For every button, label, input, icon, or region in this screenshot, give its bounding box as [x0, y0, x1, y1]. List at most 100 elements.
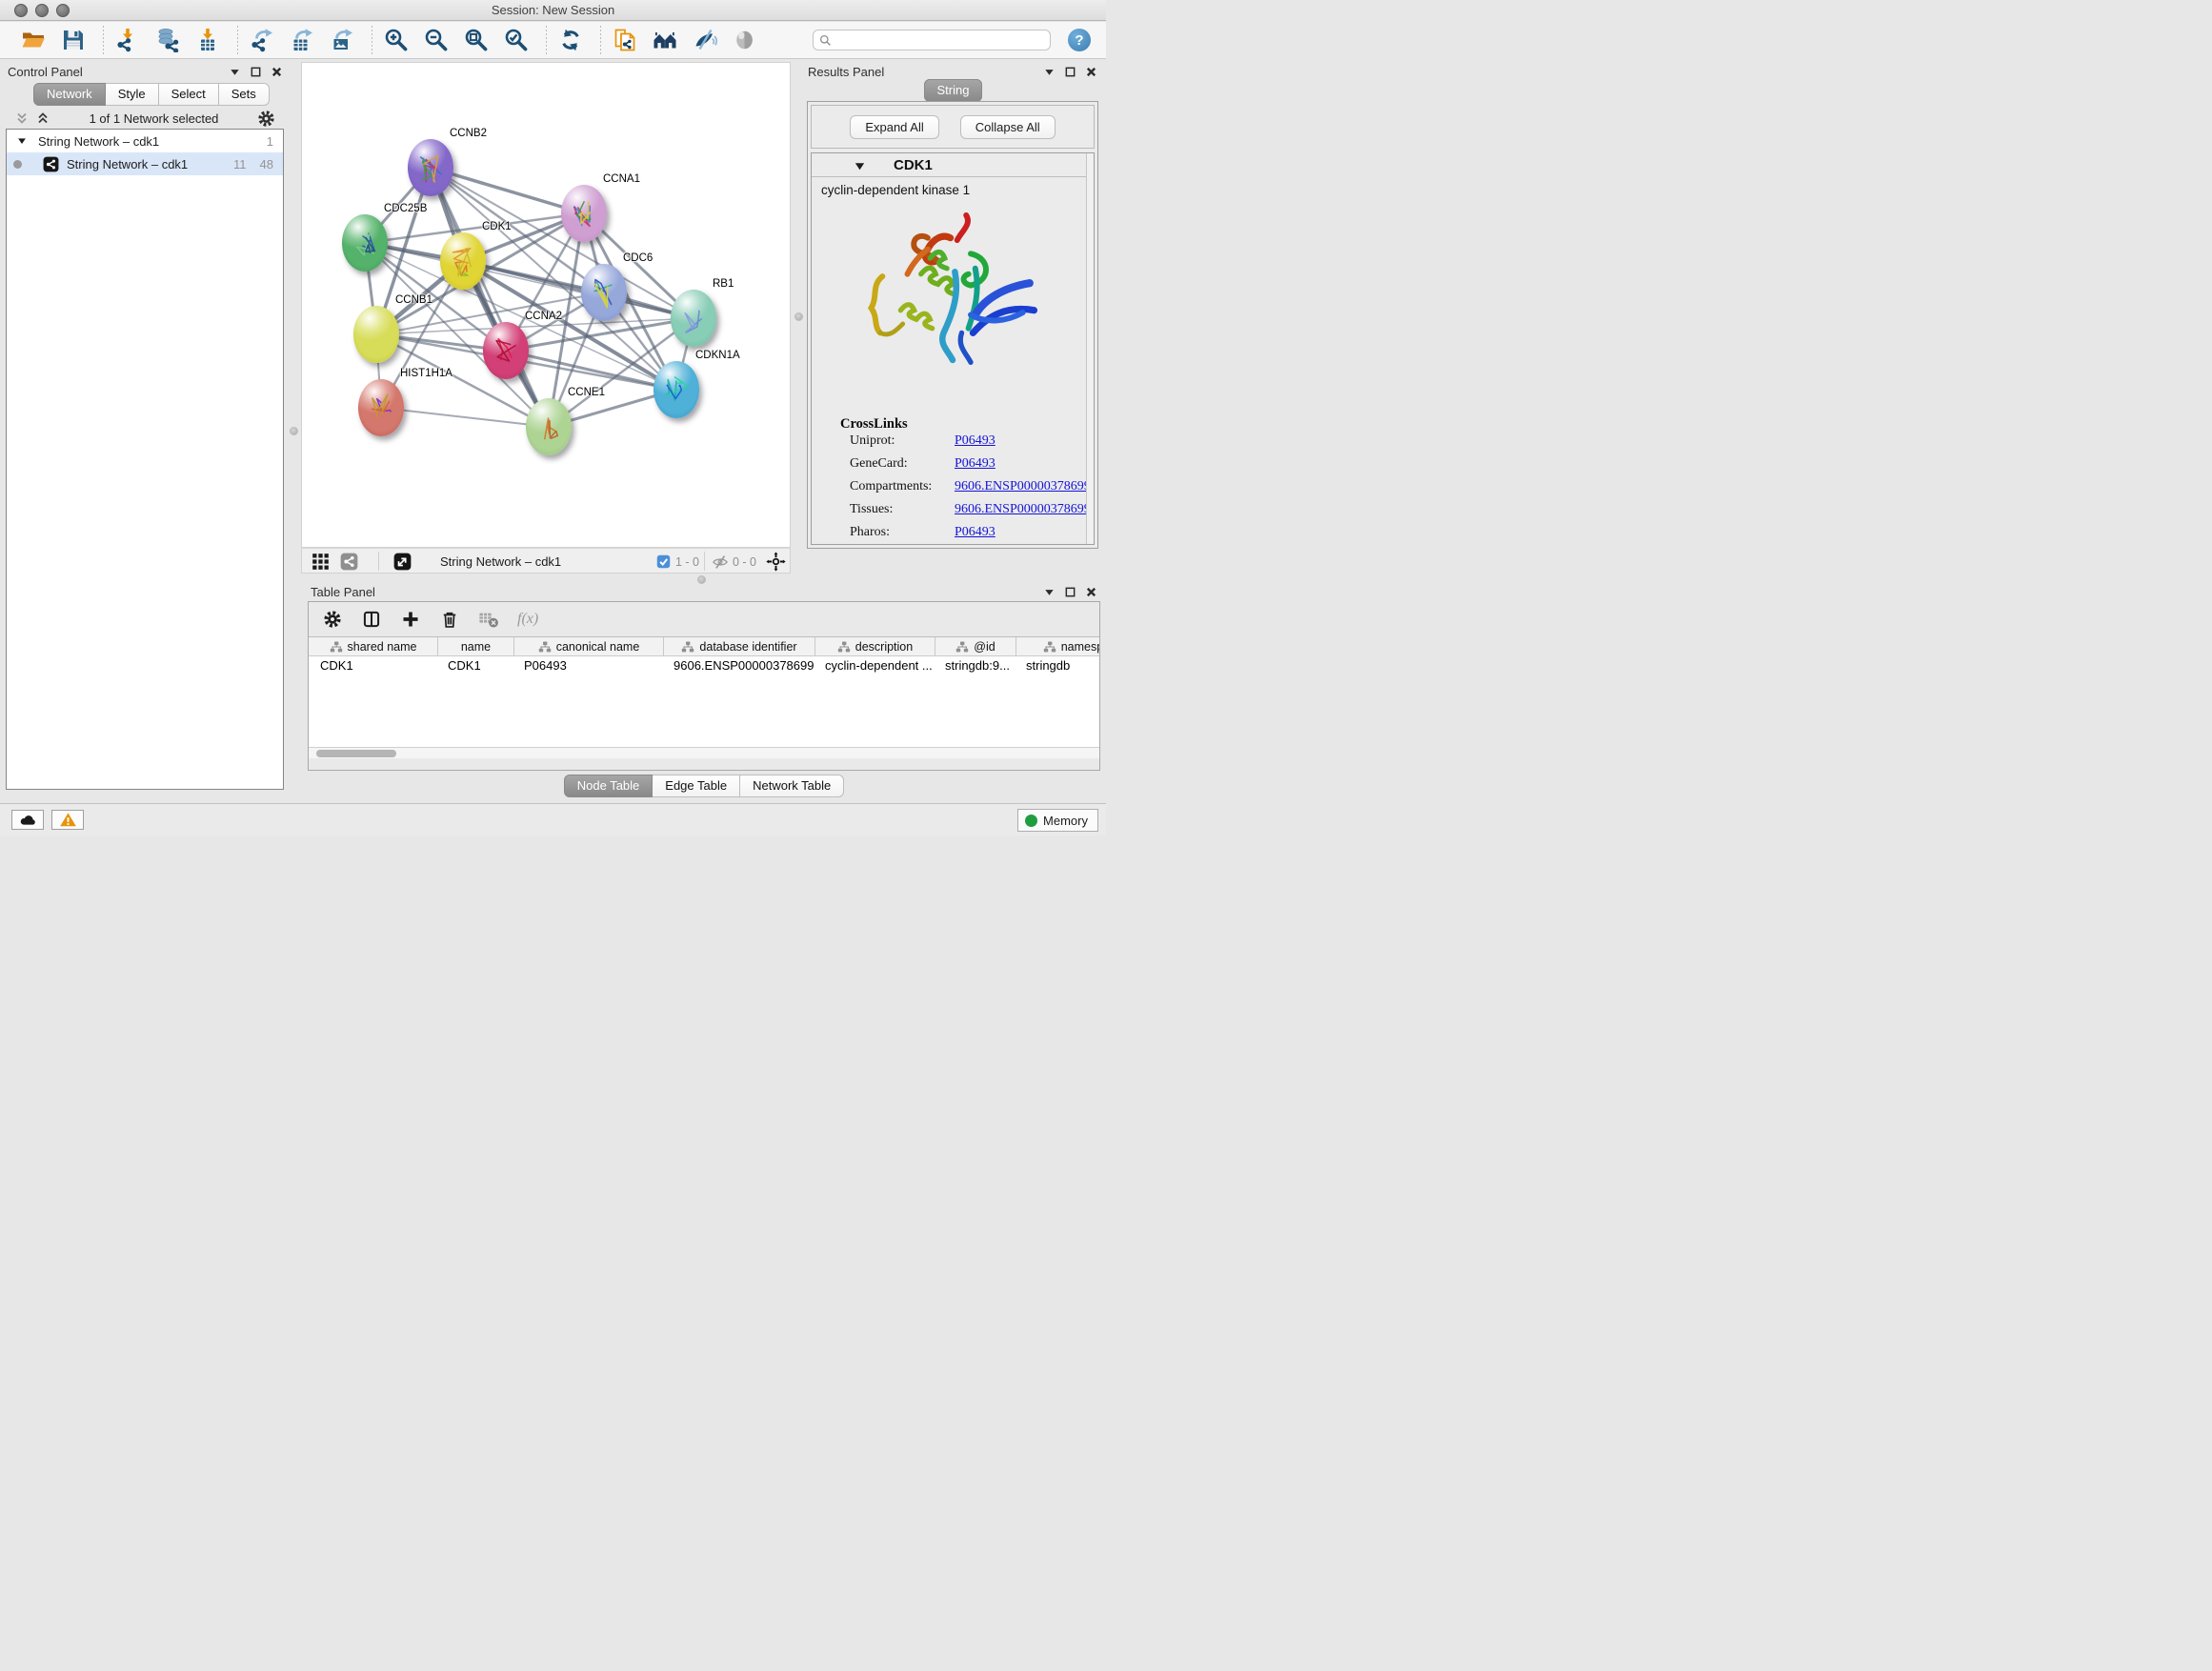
- selected-checkbox-icon[interactable]: [656, 554, 671, 574]
- crosslink-genecard-link[interactable]: P06493: [955, 456, 995, 472]
- network-node-hist1h1a[interactable]: [358, 379, 404, 436]
- table-cell[interactable]: stringdb:9...: [945, 658, 1010, 673]
- clone-network-button[interactable]: [611, 26, 639, 54]
- warnings-button[interactable]: [51, 810, 84, 830]
- hidden-eye-slash-icon[interactable]: [712, 554, 729, 575]
- float-panel-icon[interactable]: [1064, 586, 1076, 598]
- protein-ribbon-thumbnail: [342, 214, 388, 272]
- table-cell[interactable]: cyclin-dependent ...: [825, 658, 933, 673]
- float-panel-icon[interactable]: [1064, 66, 1076, 78]
- right-splitter-handle[interactable]: [794, 312, 803, 321]
- zoom-out-button[interactable]: [422, 26, 451, 54]
- import-network-from-file-button[interactable]: [113, 26, 142, 54]
- network-collection-row[interactable]: String Network – cdk1 1: [7, 130, 283, 152]
- network-node-ccnb1[interactable]: [353, 306, 399, 363]
- network-node-ccnb2[interactable]: [408, 139, 453, 196]
- close-panel-icon[interactable]: [1085, 586, 1097, 598]
- expand-all-button[interactable]: Expand All: [850, 115, 938, 139]
- network-node-ccna2[interactable]: [483, 322, 529, 379]
- delete-column-trash-icon[interactable]: [439, 609, 460, 630]
- search-box[interactable]: [813, 30, 1051, 50]
- help-button[interactable]: ?: [1068, 29, 1091, 51]
- first-neighbors-button[interactable]: [651, 26, 679, 54]
- table-horizontal-scrollbar[interactable]: [309, 747, 1099, 758]
- zoom-fit-content-button[interactable]: [462, 26, 491, 54]
- results-scrollbar[interactable]: [1086, 153, 1094, 544]
- memory-button[interactable]: Memory: [1017, 809, 1098, 832]
- network-node-ccna1[interactable]: [561, 185, 607, 242]
- column-header-@id[interactable]: @id: [935, 637, 1016, 656]
- collapse-all-icon[interactable]: [14, 111, 30, 126]
- export-image-button[interactable]: [328, 26, 356, 54]
- float-panel-icon[interactable]: [250, 66, 262, 78]
- function-builder-button[interactable]: f(x): [517, 611, 538, 628]
- table-cell[interactable]: CDK1: [320, 658, 353, 673]
- import-table-from-file-button[interactable]: [193, 26, 222, 54]
- tab-string[interactable]: String: [924, 79, 983, 102]
- cdk1-disclosure-icon[interactable]: [854, 160, 866, 172]
- crosslink-tissues-link[interactable]: 9606.ENSP00000378699: [955, 502, 1091, 517]
- export-table-button[interactable]: [288, 26, 316, 54]
- column-header-description[interactable]: description: [815, 637, 935, 656]
- tab-style[interactable]: Style: [106, 83, 159, 106]
- left-splitter-handle[interactable]: [290, 427, 298, 435]
- network-node-cdkn1a[interactable]: [654, 361, 699, 418]
- tab-network-table[interactable]: Network Table: [740, 775, 844, 797]
- always-show-view-icon[interactable]: [393, 553, 412, 575]
- crosslink-pharos-link[interactable]: P06493: [955, 525, 995, 540]
- show-column-icon[interactable]: [361, 609, 382, 630]
- fit-selected-crosshair-icon[interactable]: [766, 552, 786, 576]
- network-node-rb1[interactable]: [671, 290, 716, 347]
- column-header-database-identifier[interactable]: database identifier: [664, 637, 815, 656]
- network-view-canvas[interactable]: CCNB2CCNA1CDC25BCDK1CDC6RB1CCNB1CCNA2CDK…: [301, 62, 791, 548]
- cloud-status-button[interactable]: [11, 810, 44, 830]
- tab-network[interactable]: Network: [33, 83, 106, 106]
- close-panel-icon[interactable]: [271, 66, 283, 78]
- scrollbar-thumb[interactable]: [316, 750, 396, 757]
- network-node-cdc25b[interactable]: [342, 214, 388, 272]
- table-row[interactable]: CDK1 CDK1 P06493 9606.ENSP00000378699 cyclin…: [309, 656, 1099, 675]
- search-input[interactable]: [832, 31, 1050, 49]
- grid-view-icon[interactable]: [312, 553, 330, 575]
- network-row-selected[interactable]: String Network – cdk1 11 48: [7, 152, 283, 175]
- column-header-shared-name[interactable]: shared name: [309, 637, 438, 656]
- collection-disclosure-icon[interactable]: [16, 135, 28, 147]
- close-panel-icon[interactable]: [1085, 66, 1097, 78]
- open-file-button[interactable]: [19, 26, 48, 54]
- table-cell[interactable]: stringdb: [1026, 658, 1070, 673]
- network-node-cdc6[interactable]: [581, 264, 627, 321]
- network-node-ccne1[interactable]: [526, 398, 572, 455]
- save-session-button[interactable]: [59, 26, 88, 54]
- tab-node-table[interactable]: Node Table: [564, 775, 654, 797]
- column-header-canonical-name[interactable]: canonical name: [514, 637, 664, 656]
- crosslink-uniprot-link[interactable]: P06493: [955, 433, 995, 449]
- crosslink-compartments-link[interactable]: 9606.ENSP00000378699: [955, 479, 1091, 494]
- toggle-birds-eye-view-button[interactable]: [731, 26, 759, 54]
- network-node-cdk1[interactable]: [440, 232, 486, 290]
- expand-all-icon[interactable]: [35, 111, 50, 126]
- table-options-gear-icon[interactable]: [322, 609, 343, 630]
- clone-network-icon: [613, 28, 637, 52]
- show-hide-graphics-details-button[interactable]: [691, 26, 719, 54]
- panel-menu-icon[interactable]: [1043, 586, 1056, 598]
- export-network-button[interactable]: [248, 26, 276, 54]
- tab-sets[interactable]: Sets: [219, 83, 270, 106]
- column-header-name[interactable]: name: [438, 637, 514, 656]
- apply-preferred-layout-button[interactable]: [556, 26, 585, 54]
- panel-menu-icon[interactable]: [229, 66, 241, 78]
- cdk1-card-header[interactable]: CDK1: [812, 153, 1094, 177]
- table-cell[interactable]: CDK1: [448, 658, 481, 673]
- panel-menu-icon[interactable]: [1043, 66, 1056, 78]
- tab-edge-table[interactable]: Edge Table: [653, 775, 740, 797]
- import-network-from-database-button[interactable]: [153, 26, 182, 54]
- zoom-in-button[interactable]: [382, 26, 411, 54]
- zoom-selected-region-button[interactable]: [502, 26, 531, 54]
- network-options-gear-icon[interactable]: [257, 110, 275, 128]
- tab-select[interactable]: Select: [159, 83, 219, 106]
- table-cell[interactable]: 9606.ENSP00000378699: [674, 658, 814, 673]
- create-column-plus-icon[interactable]: [400, 609, 421, 630]
- collapse-all-button[interactable]: Collapse All: [960, 115, 1056, 139]
- network-view-badge-icon[interactable]: [340, 553, 358, 575]
- column-header-namespace[interactable]: namespace: [1016, 637, 1099, 656]
- table-cell[interactable]: P06493: [524, 658, 567, 673]
